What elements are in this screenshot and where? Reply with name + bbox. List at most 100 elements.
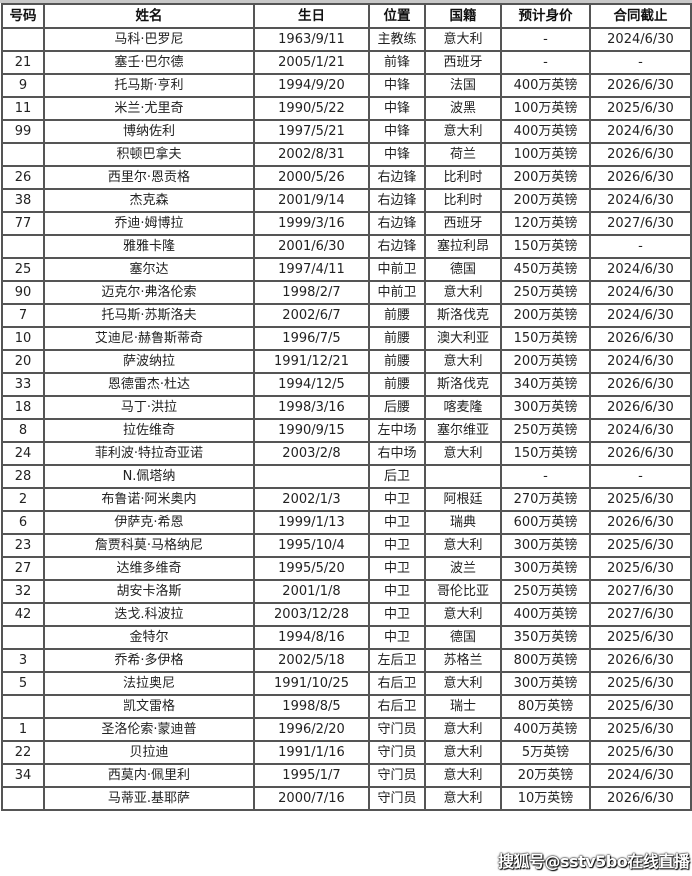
cell-number: [1, 234, 45, 259]
cell-contract-end: 2024/6/30: [589, 27, 692, 52]
cell-nationality: 苏格兰: [424, 648, 502, 673]
cell-name: 马科·巴罗尼: [43, 27, 255, 52]
cell-number: 9: [1, 73, 45, 98]
cell-position: 右边锋: [368, 165, 426, 190]
table-row: 42 迭戈.科波拉 2003/12/28 中卫 意大利 400万英镑 2027/6/30: [1, 602, 692, 627]
cell-position: 中卫: [368, 533, 426, 558]
cell-nationality: 西班牙: [424, 211, 502, 236]
cell-contract-end: -: [589, 464, 692, 489]
cell-birthday: 2001/6/30: [253, 234, 370, 259]
table-row: 33 恩德雷杰·杜达 1994/12/5 前腰 斯洛伐克 340万英镑 2026/6/30: [1, 372, 692, 397]
cell-nationality: 荷兰: [424, 142, 502, 167]
cell-birthday: 2002/5/18: [253, 648, 370, 673]
table-row: 90 迈克尔·弗洛伦索 1998/2/7 中前卫 意大利 250万英镑 2024/6/30: [1, 280, 692, 305]
cell-market-value: 150万英镑: [500, 234, 591, 259]
cell-name: 马蒂亚.基耶萨: [43, 786, 255, 811]
cell-contract-end: 2025/6/30: [589, 533, 692, 558]
cell-birthday: 1995/1/7: [253, 763, 370, 788]
cell-position: 中卫: [368, 625, 426, 650]
cell-number: 90: [1, 280, 45, 305]
cell-contract-end: 2025/6/30: [589, 740, 692, 765]
table-row: 5 法拉奥尼 1991/10/25 右后卫 意大利 300万英镑 2025/6/30: [1, 671, 692, 696]
cell-contract-end: 2027/6/30: [589, 602, 692, 627]
cell-position: 右后卫: [368, 694, 426, 719]
cell-birthday: 2002/1/3: [253, 487, 370, 512]
cell-position: 中卫: [368, 487, 426, 512]
cell-name: 托马斯·苏斯洛夫: [43, 303, 255, 328]
cell-nationality: 斯洛伐克: [424, 303, 502, 328]
cell-market-value: 400万英镑: [500, 119, 591, 144]
cell-number: 24: [1, 441, 45, 466]
header-number: 号码: [1, 3, 45, 29]
cell-number: 99: [1, 119, 45, 144]
header-position: 位置: [368, 3, 426, 29]
cell-name: 拉佐维奇: [43, 418, 255, 443]
cell-market-value: 600万英镑: [500, 510, 591, 535]
cell-number: [1, 694, 45, 719]
cell-nationality: 意大利: [424, 27, 502, 52]
cell-position: 右边锋: [368, 234, 426, 259]
table-row: 28 N.佩塔纳 后卫 - -: [1, 464, 692, 489]
cell-contract-end: 2026/6/30: [589, 372, 692, 397]
cell-birthday: 1994/8/16: [253, 625, 370, 650]
cell-name: 迈克尔·弗洛伦索: [43, 280, 255, 305]
cell-number: 7: [1, 303, 45, 328]
table-row: 99 博纳佐利 1997/5/21 中锋 意大利 400万英镑 2024/6/30: [1, 119, 692, 144]
cell-nationality: [424, 464, 502, 489]
table-row: 32 胡安卡洛斯 2001/1/8 中卫 哥伦比亚 250万英镑 2027/6/30: [1, 579, 692, 604]
cell-market-value: 200万英镑: [500, 165, 591, 190]
cell-position: 守门员: [368, 786, 426, 811]
table-row: 马蒂亚.基耶萨 2000/7/16 守门员 意大利 10万英镑 2026/6/30: [1, 786, 692, 811]
cell-nationality: 德国: [424, 257, 502, 282]
cell-position: 前腰: [368, 349, 426, 374]
cell-birthday: 2001/9/14: [253, 188, 370, 213]
cell-contract-end: 2026/6/30: [589, 510, 692, 535]
cell-position: 中锋: [368, 119, 426, 144]
cell-nationality: 比利时: [424, 188, 502, 213]
cell-name: 雅雅卡隆: [43, 234, 255, 259]
cell-nationality: 意大利: [424, 349, 502, 374]
cell-contract-end: 2026/6/30: [589, 441, 692, 466]
cell-contract-end: -: [589, 234, 692, 259]
table-row: 21 塞壬·巴尔德 2005/1/21 前锋 西班牙 - -: [1, 50, 692, 75]
cell-position: 主教练: [368, 27, 426, 52]
cell-number: 26: [1, 165, 45, 190]
cell-market-value: 400万英镑: [500, 717, 591, 742]
cell-market-value: 150万英镑: [500, 326, 591, 351]
cell-nationality: 比利时: [424, 165, 502, 190]
cell-position: 前腰: [368, 326, 426, 351]
table-header-row: 号码 姓名 生日 位置 国籍 预计身价 合同截止: [1, 3, 692, 29]
cell-position: 守门员: [368, 763, 426, 788]
cell-number: 8: [1, 418, 45, 443]
cell-nationality: 哥伦比亚: [424, 579, 502, 604]
header-birthday: 生日: [253, 3, 370, 29]
cell-name: 西里尔·恩贡格: [43, 165, 255, 190]
cell-name: 萨波纳拉: [43, 349, 255, 374]
cell-market-value: 5万英镑: [500, 740, 591, 765]
table-row: 23 詹贾科莫·马格纳尼 1995/10/4 中卫 意大利 300万英镑 2025/6/30: [1, 533, 692, 558]
cell-contract-end: 2026/6/30: [589, 648, 692, 673]
cell-position: 右中场: [368, 441, 426, 466]
cell-birthday: 1998/2/7: [253, 280, 370, 305]
cell-nationality: 阿根廷: [424, 487, 502, 512]
cell-number: 42: [1, 602, 45, 627]
cell-name: 法拉奥尼: [43, 671, 255, 696]
cell-number: [1, 27, 45, 52]
cell-contract-end: 2024/6/30: [589, 280, 692, 305]
cell-contract-end: 2024/6/30: [589, 349, 692, 374]
cell-name: 西莫内·佩里利: [43, 763, 255, 788]
table-row: 凯文雷格 1998/8/5 右后卫 瑞士 80万英镑 2025/6/30: [1, 694, 692, 719]
cell-birthday: 2000/7/16: [253, 786, 370, 811]
cell-name: 伊萨克·希恩: [43, 510, 255, 535]
cell-nationality: 意大利: [424, 441, 502, 466]
cell-market-value: -: [500, 50, 591, 75]
cell-name: 胡安卡洛斯: [43, 579, 255, 604]
cell-market-value: 300万英镑: [500, 671, 591, 696]
table-row: 6 伊萨克·希恩 1999/1/13 中卫 瑞典 600万英镑 2026/6/30: [1, 510, 692, 535]
cell-market-value: 200万英镑: [500, 303, 591, 328]
cell-birthday: 1999/3/16: [253, 211, 370, 236]
header-nationality: 国籍: [424, 3, 502, 29]
table-row: 34 西莫内·佩里利 1995/1/7 守门员 意大利 20万英镑 2024/6/30: [1, 763, 692, 788]
cell-name: N.佩塔纳: [43, 464, 255, 489]
cell-nationality: 波黑: [424, 96, 502, 121]
